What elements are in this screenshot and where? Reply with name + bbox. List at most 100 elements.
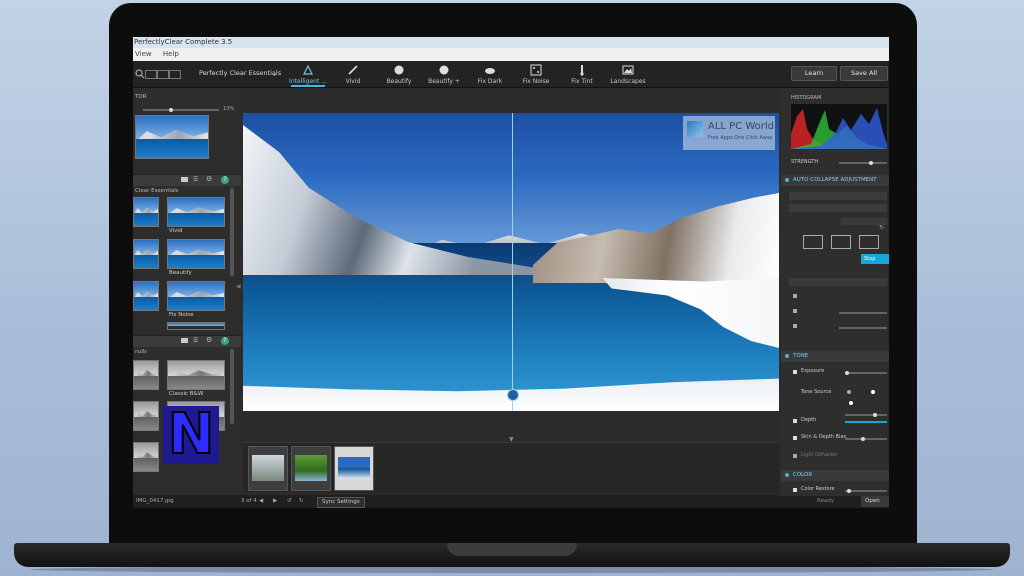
tool-label: Intelligent ... [289, 78, 327, 85]
skin-depth-checkbox[interactable] [793, 436, 797, 440]
strength-slider[interactable] [839, 162, 887, 164]
before-after-divider[interactable] [512, 113, 513, 411]
rotate-right-icon[interactable]: ↻ [299, 495, 304, 508]
disabled-slider[interactable] [839, 327, 887, 329]
chevron-down-icon[interactable]: ⌄ [271, 69, 278, 78]
bw-preset-thumb[interactable] [167, 360, 225, 390]
rotate-left-icon[interactable]: ↺ [287, 495, 292, 508]
tone-section-header[interactable]: TONE [781, 351, 889, 362]
grid-option-icon[interactable] [831, 235, 851, 249]
divider-handle[interactable] [507, 389, 519, 401]
preset-group-name: Perfectly Clear Essentials [199, 69, 282, 77]
auto-collapse-header[interactable]: AUTO COLLAPSE ADJUSTMENT [781, 175, 889, 186]
grid-view-icon[interactable] [181, 338, 188, 343]
exposure-slider-knob[interactable] [845, 371, 849, 375]
zoom-slider[interactable] [143, 109, 219, 111]
strength-label: STRENGTH [791, 159, 819, 165]
grid-view-icon[interactable] [181, 177, 188, 182]
learn-button[interactable]: Learn [791, 66, 837, 81]
tool-beautify-plus[interactable]: Beautify + [421, 63, 467, 87]
grid-option-icon[interactable] [803, 235, 823, 249]
filename-field[interactable]: IMG_0417.jpg [136, 495, 174, 508]
bw-preset-thumb[interactable] [133, 360, 159, 390]
navigator-title: TOR [135, 94, 147, 100]
save-all-button[interactable]: Save All [840, 66, 888, 81]
color-restore-label: Color Restore [801, 486, 835, 492]
split-view-icon[interactable] [157, 70, 169, 79]
next-arrow-icon[interactable]: ▶ [273, 495, 277, 508]
strength-slider-knob[interactable] [869, 161, 873, 165]
radio-button-selected[interactable] [849, 401, 853, 405]
radio-button-selected[interactable] [871, 390, 875, 394]
tool-vivid[interactable]: Vivid [330, 63, 376, 87]
filmstrip-thumb[interactable] [291, 446, 331, 491]
depth-checkbox[interactable] [793, 419, 797, 423]
image-preview[interactable]: ALL PC World Free Apps One Click Away [243, 113, 779, 411]
preset-label: Vivid [169, 228, 183, 234]
tone-slider[interactable] [845, 414, 887, 416]
zoom-slider-knob[interactable] [169, 108, 173, 112]
preset-thumb[interactable] [167, 197, 225, 227]
open-adjust-button[interactable]: Open Adjust [861, 496, 889, 507]
menu-help[interactable]: Help [163, 50, 179, 58]
left-panel: TOR 13% ☰ ⚙ ? Clear Essentials Vivid Bea… [133, 88, 241, 496]
filmstrip-thumb-selected[interactable] [334, 446, 374, 491]
navigator-thumbnail[interactable] [135, 115, 209, 159]
preset-thumb[interactable] [167, 239, 225, 269]
grid-option-icon[interactable] [859, 235, 879, 249]
bw-preset-thumb[interactable] [133, 401, 159, 431]
option-checkbox[interactable] [793, 324, 797, 328]
presets-scrollbar[interactable] [230, 188, 234, 276]
list-view-icon[interactable]: ☰ [193, 176, 198, 183]
help-icon[interactable]: ? [221, 176, 229, 184]
tool-beautify[interactable]: Beautify [376, 63, 422, 87]
tool-landscapes[interactable]: Landscapes [605, 63, 651, 87]
option-checkbox[interactable] [793, 294, 797, 298]
left-collapse-icon[interactable]: ◀ [236, 283, 241, 290]
skin-depth-slider[interactable] [845, 438, 887, 440]
preset-thumb[interactable] [133, 239, 159, 269]
disabled-slider[interactable] [839, 312, 887, 314]
bw-preset-thumb[interactable] [133, 442, 159, 472]
refresh-icon[interactable]: ↻ [879, 224, 884, 231]
tone-slider-knob[interactable] [873, 413, 877, 417]
watermark-subtitle: Free Apps One Click Away [708, 135, 773, 141]
preset-thumb[interactable] [167, 322, 225, 330]
skin-depth-slider-knob[interactable] [861, 437, 865, 441]
collapsed-section[interactable] [789, 192, 887, 200]
single-view-icon[interactable] [145, 70, 157, 79]
collapsed-section[interactable] [789, 204, 887, 212]
color-section-header[interactable]: COLOR [781, 470, 889, 481]
radio-button[interactable] [847, 390, 851, 394]
tool-fix-dark[interactable]: Fix Dark [467, 63, 513, 87]
exposure-slider[interactable] [845, 372, 887, 374]
tool-intelligent-auto[interactable]: Intelligent ... [285, 63, 331, 87]
filmstrip-thumb[interactable] [248, 446, 288, 491]
list-view-icon[interactable]: ☰ [193, 337, 198, 344]
tool-fix-tint[interactable]: Fix Tint [559, 63, 605, 87]
preset-thumb[interactable] [133, 281, 159, 311]
tool-label: Landscapes [610, 78, 646, 85]
preset-thumb[interactable] [133, 197, 159, 227]
option-checkbox[interactable] [793, 309, 797, 313]
depth-slider[interactable] [845, 421, 887, 423]
color-restore-slider[interactable] [845, 490, 887, 492]
collapsed-section[interactable] [789, 278, 887, 286]
light-diffusion-checkbox[interactable] [793, 454, 797, 458]
stop-correction-button[interactable]: Stop Correction [861, 254, 889, 264]
prev-arrow-icon[interactable]: ◀ [259, 495, 263, 508]
histogram-graph [791, 104, 887, 149]
gear-icon[interactable]: ⚙ [206, 336, 212, 344]
gear-icon[interactable]: ⚙ [206, 175, 212, 183]
compare-view-icon[interactable] [169, 70, 181, 79]
color-restore-slider-knob[interactable] [847, 489, 851, 493]
preset-thumb[interactable] [167, 281, 225, 311]
zoom-icon[interactable] [135, 69, 145, 79]
menu-view[interactable]: View [135, 50, 152, 58]
help-icon[interactable]: ? [221, 337, 229, 345]
bw-scrollbar[interactable] [230, 349, 234, 424]
exposure-checkbox[interactable] [793, 370, 797, 374]
color-restore-checkbox[interactable] [793, 488, 797, 492]
sync-settings-button[interactable]: Sync Settings [317, 497, 365, 508]
tool-fix-noise[interactable]: Fix Noise [513, 63, 559, 87]
